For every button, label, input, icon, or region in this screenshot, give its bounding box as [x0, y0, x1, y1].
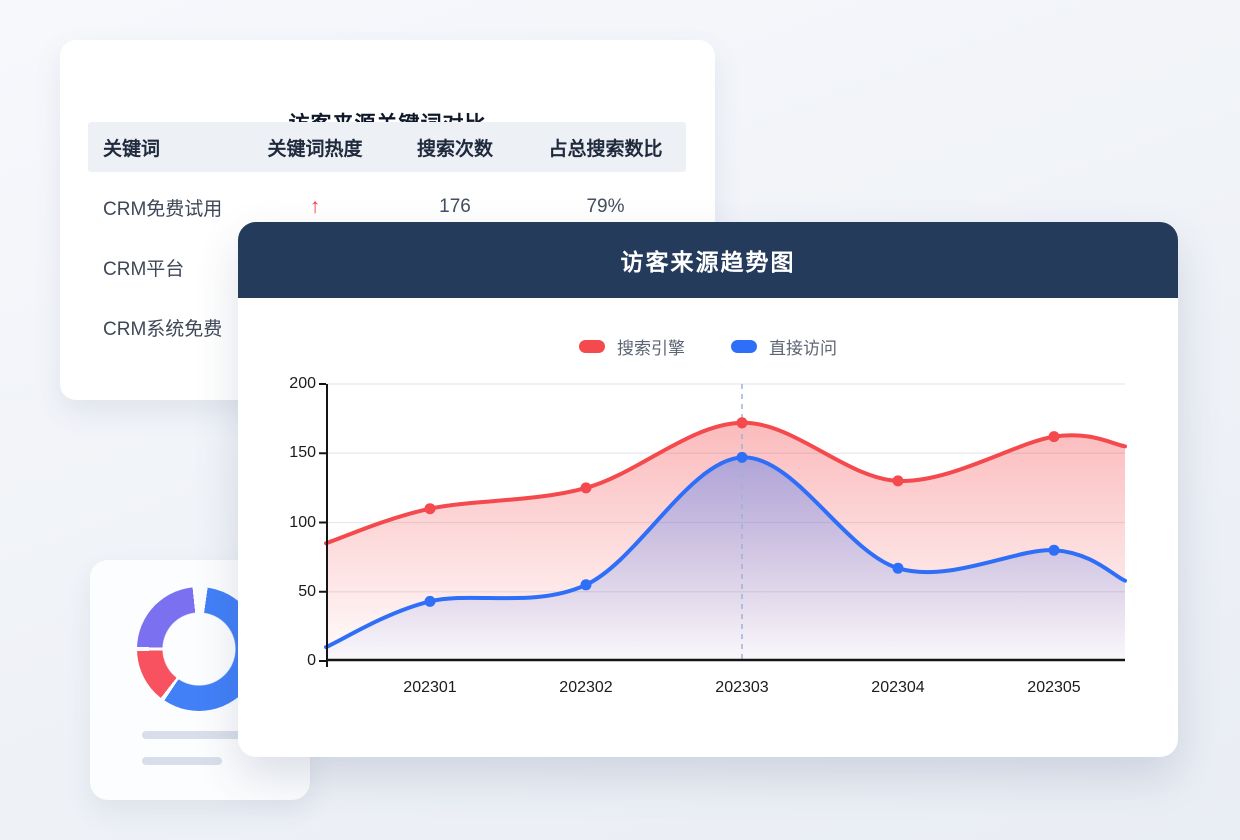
column-header: 关键词	[88, 134, 245, 161]
skeleton-line	[142, 757, 222, 765]
column-header: 搜索次数	[385, 134, 525, 161]
keyword-cell: CRM平台	[88, 254, 245, 281]
searches-cell: 176	[385, 196, 525, 218]
column-header: 关键词热度	[245, 134, 385, 161]
keyword-cell: CRM免费试用	[88, 194, 245, 221]
share-cell: 79%	[525, 196, 686, 218]
trend-cell: ↑	[245, 195, 385, 219]
keyword-cell: CRM系统免费	[88, 314, 245, 341]
trend-chart-card: 访客来源趋势图 搜索引擎 直接访问 0 50 100 150 200 202301 2023…	[238, 222, 1178, 757]
trend-up-icon: ↑	[310, 195, 321, 218]
dashboard: 访客来源关键词对比 关键词关键词热度搜索次数占总搜索数比 CRM免费试用↑176…	[0, 0, 1240, 840]
column-header: 占总搜索数比	[525, 134, 686, 161]
x-tick-label: 202303	[702, 677, 782, 699]
y-tick-label: 50	[238, 581, 316, 603]
legend-swatch-icon	[579, 340, 605, 353]
legend-swatch-icon	[731, 340, 757, 353]
legend-label: 直接访问	[769, 334, 837, 359]
trend-line-chart	[326, 384, 1125, 668]
trend-card-title: 访客来源趋势图	[621, 243, 796, 277]
keyword-table-header: 关键词关键词热度搜索次数占总搜索数比	[88, 122, 686, 172]
legend-label: 搜索引擎	[617, 334, 685, 359]
x-tick-label: 202304	[858, 677, 938, 699]
x-tick-label: 202301	[390, 677, 470, 699]
legend-item[interactable]: 搜索引擎	[579, 334, 685, 359]
x-tick-label: 202302	[546, 677, 626, 699]
y-tick-label: 150	[238, 442, 316, 464]
y-tick-label: 0	[238, 650, 316, 672]
x-tick-label: 202305	[1014, 677, 1094, 699]
legend-item[interactable]: 直接访问	[731, 334, 837, 359]
y-tick-label: 100	[238, 512, 316, 534]
chart-legend: 搜索引擎 直接访问	[238, 334, 1178, 359]
y-tick-label: 200	[238, 373, 316, 395]
trend-card-header: 访客来源趋势图	[238, 222, 1178, 298]
